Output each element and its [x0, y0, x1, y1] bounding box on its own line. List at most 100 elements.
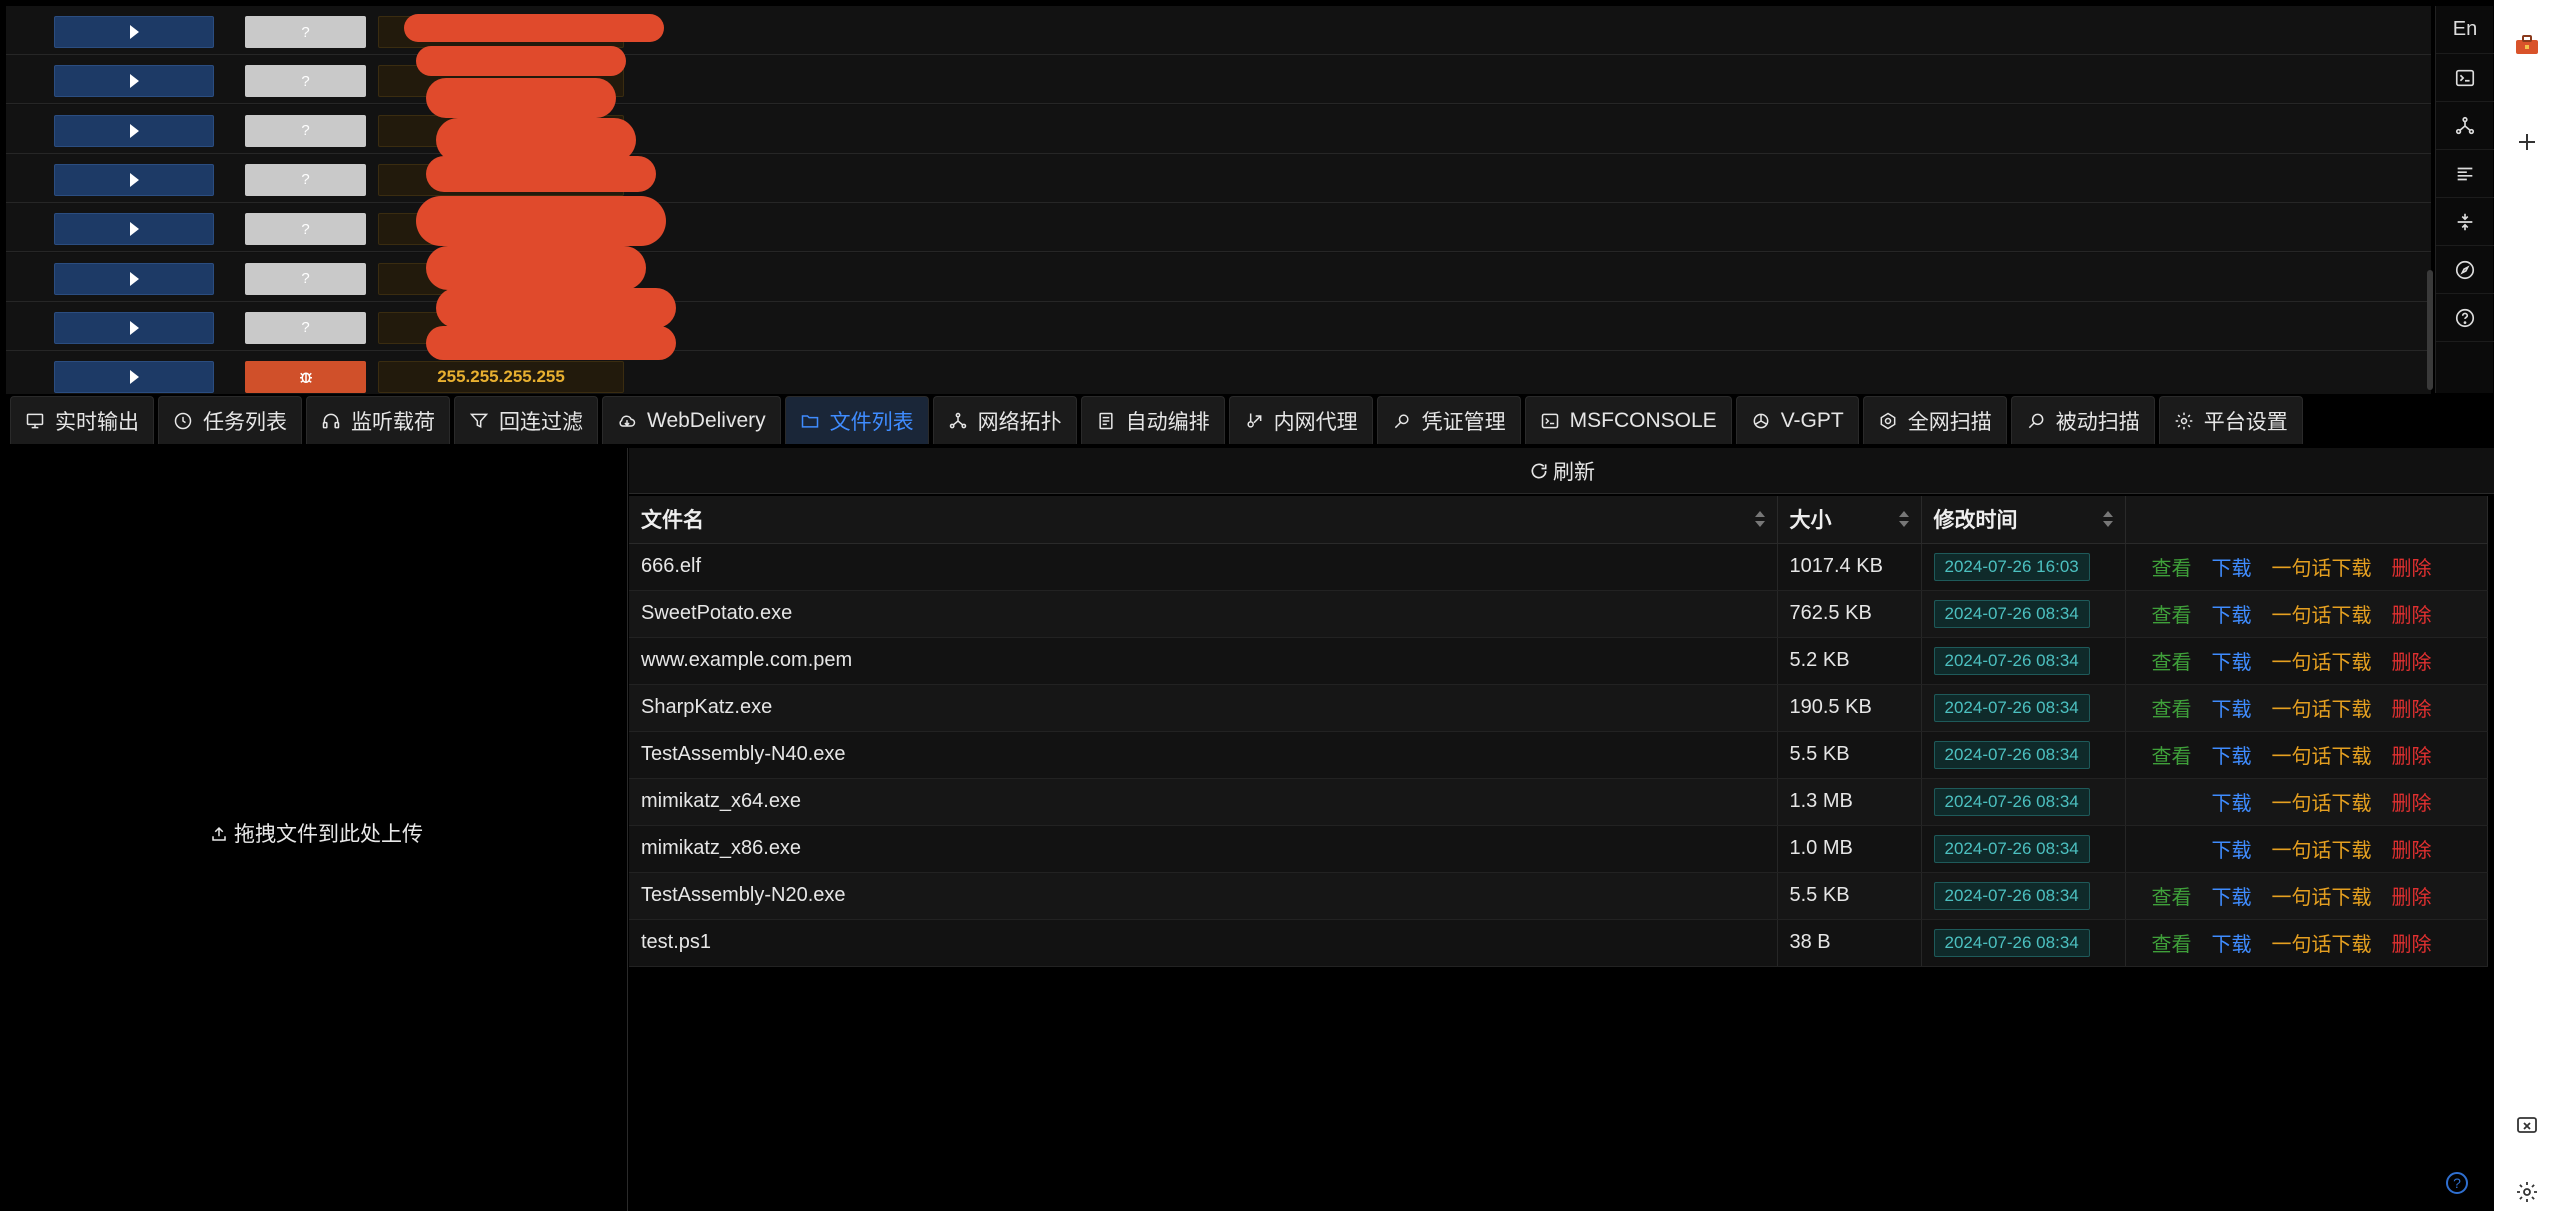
view-link[interactable]: 查看 — [2152, 928, 2192, 957]
session-row[interactable]: ? — [6, 104, 2431, 154]
session-row[interactable]: ?220 — [6, 252, 2431, 302]
one-liner-download-link[interactable]: 一句话下载 — [2272, 787, 2372, 816]
delete-link[interactable]: 删除 — [2392, 646, 2432, 675]
tab-7[interactable]: 自动编排 — [1080, 396, 1225, 444]
gear-icon[interactable] — [2494, 1180, 2560, 1204]
split-button[interactable] — [2436, 198, 2494, 246]
delete-link[interactable]: 删除 — [2392, 834, 2432, 863]
help-button[interactable] — [2436, 294, 2494, 342]
tab-1[interactable]: 任务列表 — [158, 396, 302, 444]
tab-5[interactable]: 文件列表 — [784, 396, 929, 444]
tab-11[interactable]: V-GPT — [1735, 396, 1859, 444]
col-header-name[interactable]: 文件名 — [629, 496, 1778, 544]
one-liner-download-link[interactable]: 一句话下载 — [2272, 552, 2372, 581]
expand-button[interactable] — [54, 163, 214, 196]
tab-0[interactable]: 实时输出 — [10, 396, 154, 444]
delete-link[interactable]: 删除 — [2392, 740, 2432, 769]
file-row[interactable]: www.example.com.pem 5.2 KB 2024-07-26 08:3… — [629, 637, 2488, 685]
search-icon — [2028, 413, 2044, 428]
expand-button[interactable] — [54, 361, 214, 394]
tab-13[interactable]: 被动扫描 — [2010, 396, 2155, 444]
topology-button[interactable] — [2436, 102, 2494, 150]
file-row[interactable]: TestAssembly-N20.exe 5.5 KB 2024-07-26 08:… — [629, 872, 2488, 920]
view-link[interactable]: 查看 — [2152, 552, 2192, 581]
file-row[interactable]: 666.elf 1017.4 KB 2024-07-26 16:03 查看 下载 一句话下… — [629, 543, 2488, 591]
col-header-mtime[interactable]: 修改时间 — [1921, 496, 2126, 544]
session-row[interactable]: ? — [6, 203, 2431, 253]
sort-icon[interactable] — [1754, 509, 1765, 529]
view-link[interactable]: 查看 — [2152, 881, 2192, 910]
tab-4[interactable]: WebDelivery — [602, 396, 781, 444]
download-link[interactable]: 下载 — [2212, 740, 2252, 769]
session-row[interactable]: 255.255.255.255 — [6, 351, 2431, 401]
upload-dropzone[interactable]: 拖拽文件到此处上传 — [6, 448, 628, 1211]
one-liner-download-link[interactable]: 一句话下载 — [2272, 740, 2372, 769]
session-row[interactable]: ?1 — [6, 301, 2431, 351]
session-row[interactable]: ?2 — [6, 153, 2431, 203]
file-row[interactable]: TestAssembly-N40.exe 5.5 KB 2024-07-26 08:… — [629, 731, 2488, 779]
file-name-cell: test.ps1 — [629, 919, 1778, 967]
ip-label: 255.255.255.255 — [437, 367, 565, 387]
download-link[interactable]: 下载 — [2212, 787, 2252, 816]
file-actions-cell: 查看下载一句话下载删除 — [2125, 872, 2488, 920]
file-row[interactable]: SharpKatz.exe 190.5 KB 2024-07-26 08:34 查看下… — [629, 684, 2488, 732]
download-link[interactable]: 下载 — [2212, 693, 2252, 722]
delete-link[interactable]: 删除 — [2392, 881, 2432, 910]
sort-icon[interactable] — [2102, 509, 2113, 529]
delete-link[interactable]: 删除 — [2392, 552, 2432, 581]
help-float-icon[interactable]: ? — [2446, 1172, 2468, 1194]
expand-button[interactable] — [54, 16, 214, 48]
delete-link[interactable]: 删除 — [2392, 599, 2432, 628]
refresh-button[interactable]: 刷新 — [629, 448, 2495, 494]
view-link[interactable]: 查看 — [2152, 693, 2192, 722]
compass-button[interactable] — [2436, 246, 2494, 294]
tab-10[interactable]: MSFCONSOLE — [1524, 396, 1732, 444]
file-row[interactable]: mimikatz_x64.exe1.3 MB2024-07-26 08:34查看… — [629, 778, 2488, 826]
expand-button[interactable] — [54, 262, 214, 295]
one-liner-download-link[interactable]: 一句话下载 — [2272, 881, 2372, 910]
expand-button[interactable] — [54, 311, 214, 344]
tab-12[interactable]: 全网扫描 — [1862, 396, 2007, 444]
tab-9[interactable]: 凭证管理 — [1376, 396, 1521, 444]
col-header-size[interactable]: 大小 — [1777, 496, 1922, 544]
language-button[interactable]: En — [2436, 6, 2494, 54]
session-row[interactable]: ?22 — [6, 6, 2431, 55]
view-link[interactable]: 查看 — [2152, 740, 2192, 769]
session-row[interactable]: ? — [6, 55, 2431, 105]
file-row[interactable]: mimikatz_x86.exe1.0 MB2024-07-26 08:34查看… — [629, 825, 2488, 873]
download-link[interactable]: 下载 — [2212, 599, 2252, 628]
download-link[interactable]: 下载 — [2212, 834, 2252, 863]
tab-8[interactable]: 内网代理 — [1228, 396, 1373, 444]
delete-link[interactable]: 删除 — [2392, 693, 2432, 722]
one-liner-download-link[interactable]: 一句话下载 — [2272, 693, 2372, 722]
tab-2[interactable]: 监听载荷 — [306, 396, 450, 444]
expand-button[interactable] — [54, 114, 214, 147]
one-liner-download-link[interactable]: 一句话下载 — [2272, 599, 2372, 628]
file-row[interactable]: SweetPotato.exe 762.5 KB 2024-07-26 08:34 查… — [629, 590, 2488, 638]
file-row[interactable]: test.ps1 38 B 2024-07-26 08:34 查看 下载 一句话下载 删除 — [629, 919, 2488, 967]
tab-3[interactable]: 回连过滤 — [454, 396, 598, 444]
sort-icon[interactable] — [1898, 509, 1909, 529]
download-link[interactable]: 下载 — [2212, 552, 2252, 581]
delete-link[interactable]: 删除 — [2392, 928, 2432, 957]
one-liner-download-link[interactable]: 一句话下载 — [2272, 834, 2372, 863]
one-liner-download-link[interactable]: 一句话下载 — [2272, 646, 2372, 675]
tab-6[interactable]: 网络拓扑 — [932, 396, 1077, 444]
terminal-button[interactable] — [2436, 54, 2494, 102]
one-liner-download-link[interactable]: 一句话下载 — [2272, 928, 2372, 957]
os-unknown-label: ? — [301, 122, 310, 140]
plus-icon[interactable] — [2494, 130, 2560, 154]
view-link[interactable]: 查看 — [2152, 646, 2192, 675]
delete-link[interactable]: 删除 — [2392, 787, 2432, 816]
download-link[interactable]: 下载 — [2212, 881, 2252, 910]
align-button[interactable] — [2436, 150, 2494, 198]
tab-14[interactable]: 平台设置 — [2158, 396, 2303, 444]
download-link[interactable]: 下载 — [2212, 646, 2252, 675]
download-link[interactable]: 下载 — [2212, 928, 2252, 957]
expand-button[interactable] — [54, 65, 214, 98]
scrollbar[interactable] — [2427, 270, 2433, 390]
screenshot-icon[interactable] — [2494, 1114, 2560, 1138]
view-link[interactable]: 查看 — [2152, 599, 2192, 628]
toolbox-icon[interactable] — [2494, 34, 2560, 56]
expand-button[interactable] — [54, 213, 214, 246]
